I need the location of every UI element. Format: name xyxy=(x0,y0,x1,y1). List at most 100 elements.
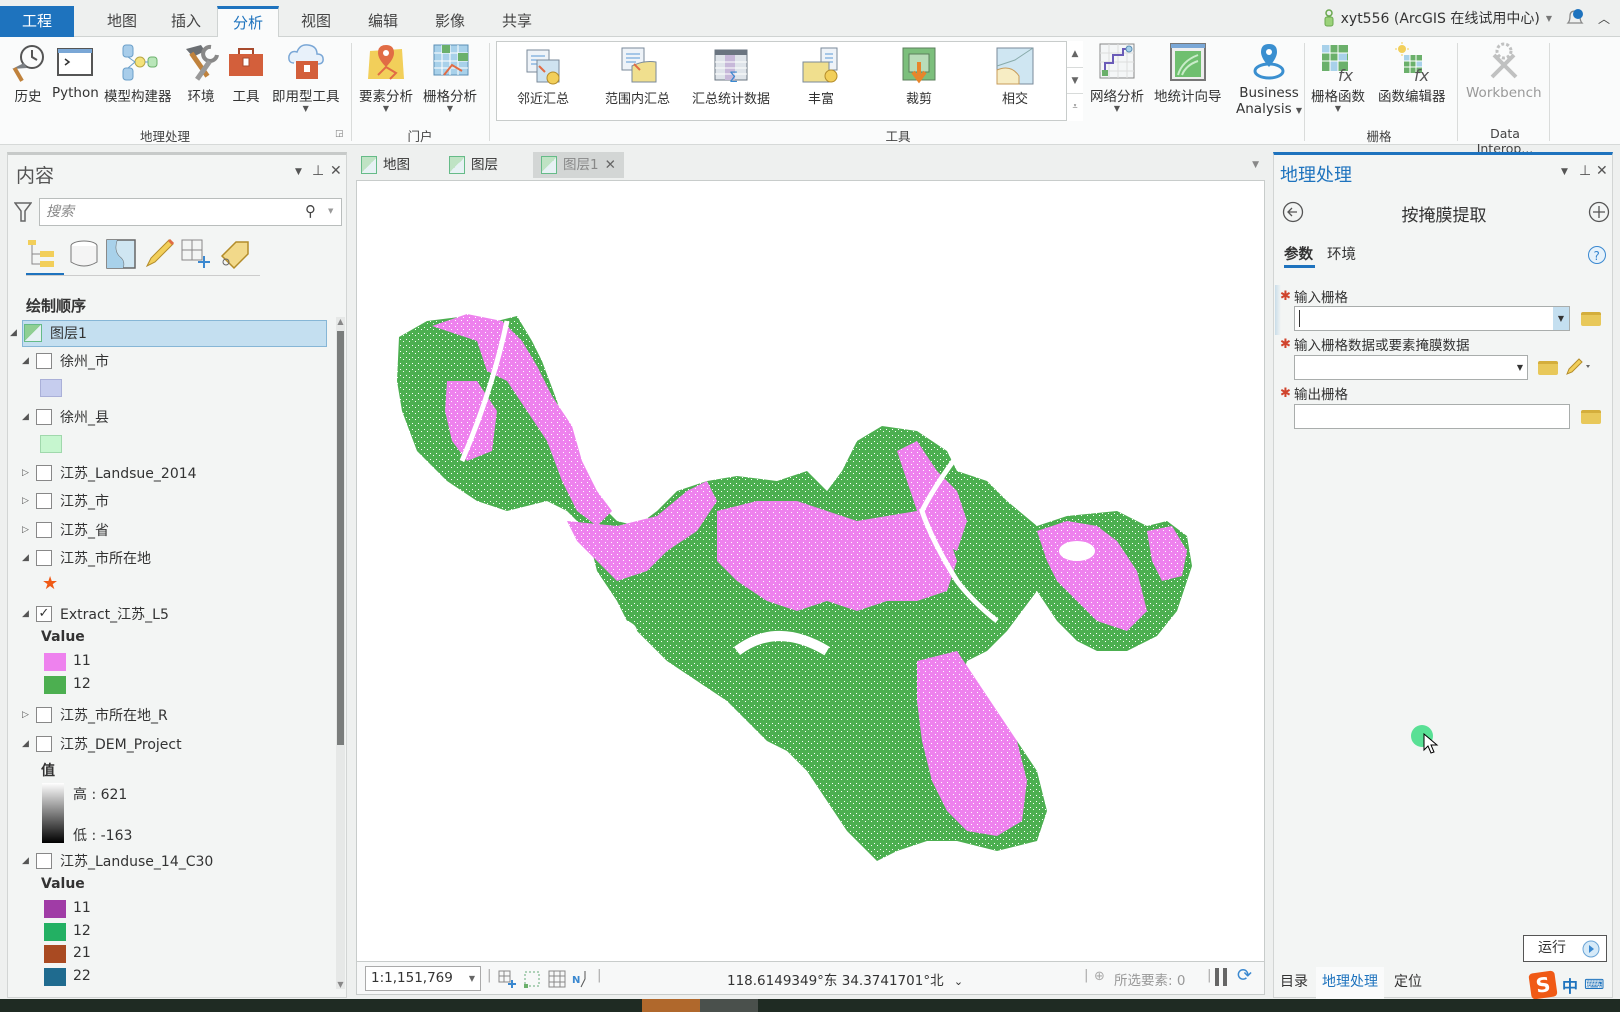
scroll-up-icon[interactable]: ▲ xyxy=(336,317,345,326)
gallery-clip[interactable]: 裁剪 xyxy=(899,46,939,107)
close-icon[interactable]: ✕ xyxy=(330,163,342,179)
user-dropdown-icon[interactable]: ▼ xyxy=(1546,14,1552,23)
business-analysis-button[interactable]: Business Analysis ▼ xyxy=(1236,41,1302,117)
layer-row[interactable]: ▷ 江苏_省 xyxy=(22,518,109,542)
gallery-summary-statistics[interactable]: Σ 汇总统计数据 xyxy=(692,46,770,107)
tab-edit[interactable]: 编辑 xyxy=(357,6,409,37)
layer-checkbox[interactable] xyxy=(36,353,52,369)
layer-checkbox[interactable] xyxy=(36,707,52,723)
layer-row[interactable]: ◢ ✓ Extract_江苏_L5 xyxy=(22,602,169,626)
expand-triangle-icon[interactable]: ◢ xyxy=(22,553,36,563)
layer-checkbox[interactable] xyxy=(36,465,52,481)
layer-row[interactable]: ◢ 徐州_县 xyxy=(22,405,109,429)
mask-data-field[interactable]: ▼ xyxy=(1294,355,1528,380)
python-button[interactable]: Python xyxy=(52,41,99,101)
raster-analysis-button[interactable]: 栅格分析 ▼ xyxy=(423,41,477,113)
search-icon[interactable]: ⚲ xyxy=(305,202,316,220)
layer-row[interactable]: ◢ 江苏_市所在地 xyxy=(22,546,151,570)
gallery-summarize-within[interactable]: 范围内汇总 xyxy=(605,46,670,107)
refresh-icon[interactable]: ⟳ xyxy=(1237,965,1252,986)
coordinate-readout[interactable]: 118.6149349°东 34.3741701°北 ⌄ xyxy=(727,969,963,989)
pin-icon[interactable]: ⊥ xyxy=(312,163,324,179)
feature-analysis-button[interactable]: 要素分析 ▼ xyxy=(359,41,413,113)
add-grid-icon[interactable] xyxy=(497,969,517,989)
layer-checkbox[interactable] xyxy=(36,853,52,869)
collapse-triangle-icon[interactable]: ▷ xyxy=(22,468,36,478)
view-tab-layers[interactable]: 图层 xyxy=(441,152,506,178)
toolbox-button[interactable]: 工具 xyxy=(226,41,266,105)
expand-triangle-icon[interactable]: ◢ xyxy=(10,328,24,338)
tab-map[interactable]: 地图 xyxy=(96,6,148,37)
gallery-intersect[interactable]: 相交 xyxy=(995,46,1035,107)
tab-parameters[interactable]: 参数 xyxy=(1284,243,1313,264)
snapping-icon[interactable] xyxy=(522,969,542,989)
layer-row[interactable]: ▷ 江苏_市 xyxy=(22,489,109,513)
gallery-scroll-down[interactable]: ▼ xyxy=(1067,68,1083,95)
gallery-expand[interactable]: ⩡ xyxy=(1067,94,1083,121)
model-builder-button[interactable]: 模型构建器 xyxy=(104,41,172,105)
network-analysis-button[interactable]: 网络分析 ▼ xyxy=(1090,41,1144,113)
view-tab-layer1[interactable]: 图层1 ✕ xyxy=(533,152,624,178)
layer-checkbox[interactable] xyxy=(36,493,52,509)
layer-checkbox[interactable] xyxy=(36,522,52,538)
layer-row[interactable]: ▷ 江苏_Landsue_2014 xyxy=(22,461,197,485)
browse-folder-icon[interactable] xyxy=(1581,410,1601,424)
geostatistical-wizard-button[interactable]: 地统计向导 xyxy=(1154,41,1222,105)
pane-menu-icon[interactable]: ▼ xyxy=(295,167,302,177)
tab-geoprocessing[interactable]: 地理处理 xyxy=(1316,967,1384,999)
environments-button[interactable]: 环境 xyxy=(181,41,221,105)
coordinate-format-dropdown-icon[interactable]: ⌄ xyxy=(954,975,963,988)
output-raster-field[interactable] xyxy=(1294,404,1570,429)
layer-checkbox[interactable] xyxy=(36,550,52,566)
layer-checkbox[interactable] xyxy=(36,736,52,752)
ready-to-use-tools-button[interactable]: 即用型工具 ▼ xyxy=(272,41,340,113)
collapse-ribbon-icon[interactable]: ︿ xyxy=(1598,10,1610,27)
tab-environments[interactable]: 环境 xyxy=(1327,243,1356,264)
pin-icon[interactable]: ⊥ xyxy=(1579,163,1591,179)
history-button[interactable]: 历史 xyxy=(8,41,48,105)
layer-row[interactable]: ◢ 江苏_Landuse_14_C30 xyxy=(22,849,213,873)
contents-scrollbar[interactable]: ▲ ▼ xyxy=(336,317,345,989)
dropdown-arrow-icon[interactable]: ▼ xyxy=(1517,356,1523,379)
close-tab-icon[interactable]: ✕ xyxy=(605,152,616,178)
layer-checkbox[interactable] xyxy=(36,409,52,425)
pause-drawing-icon[interactable] xyxy=(1215,968,1227,986)
expand-triangle-icon[interactable]: ◢ xyxy=(22,356,36,366)
ime-indicator[interactable]: S 中 ⌨ xyxy=(1528,970,1620,1000)
tab-view[interactable]: 视图 xyxy=(290,6,342,37)
tab-locate[interactable]: 定位 xyxy=(1388,967,1428,999)
scrollbar-thumb[interactable] xyxy=(337,331,344,745)
view-tab-map[interactable]: 地图 xyxy=(353,152,418,178)
tab-project[interactable]: 工程 xyxy=(0,6,74,37)
close-icon[interactable]: ✕ xyxy=(1596,163,1608,179)
list-by-source-tab[interactable] xyxy=(68,238,100,270)
workbench-button[interactable]: Workbench xyxy=(1466,41,1542,101)
tab-catalog[interactable]: 目录 xyxy=(1274,967,1314,999)
taskbar-app-active[interactable] xyxy=(642,999,700,1012)
tab-share[interactable]: 共享 xyxy=(491,6,543,37)
layer-row[interactable]: ▷ 江苏_市所在地_R xyxy=(22,703,168,727)
list-by-selection-tab[interactable] xyxy=(105,238,137,270)
list-by-drawing-order-tab[interactable] xyxy=(26,238,58,270)
search-options-icon[interactable]: ▼ xyxy=(328,207,333,215)
expand-triangle-icon[interactable]: ◢ xyxy=(22,609,36,619)
collapse-triangle-icon[interactable]: ▷ xyxy=(22,710,36,720)
view-tabs-menu-icon[interactable]: ▼ xyxy=(1252,160,1259,170)
tab-imagery[interactable]: 影像 xyxy=(424,6,476,37)
list-by-editing-tab[interactable] xyxy=(143,238,175,270)
browse-folder-icon[interactable] xyxy=(1581,312,1601,326)
raster-functions-button[interactable]: fx 栅格函数 ▼ xyxy=(1311,41,1365,113)
sketch-pencil-icon[interactable] xyxy=(1564,355,1592,377)
map-row[interactable]: ◢ 图层1 xyxy=(10,321,87,345)
dialog-launcher-icon[interactable]: ◲ xyxy=(335,129,344,139)
function-editor-button[interactable]: fx 函数编辑器 xyxy=(1378,41,1446,105)
gallery-enrich[interactable]: 丰富 xyxy=(801,46,841,107)
run-button[interactable]: 运行 xyxy=(1523,935,1607,962)
input-raster-field[interactable]: ▼ xyxy=(1294,306,1570,331)
help-icon[interactable]: ? xyxy=(1587,245,1607,265)
gallery-summarize-nearby[interactable]: 邻近汇总 xyxy=(517,46,569,107)
browse-folder-icon[interactable] xyxy=(1538,361,1558,375)
filter-icon[interactable] xyxy=(14,201,32,223)
scale-selector[interactable]: 1:1,151,769 ▼ xyxy=(365,966,481,991)
user-name[interactable]: xyt556 (ArcGIS 在线试用中心) xyxy=(1341,8,1540,28)
